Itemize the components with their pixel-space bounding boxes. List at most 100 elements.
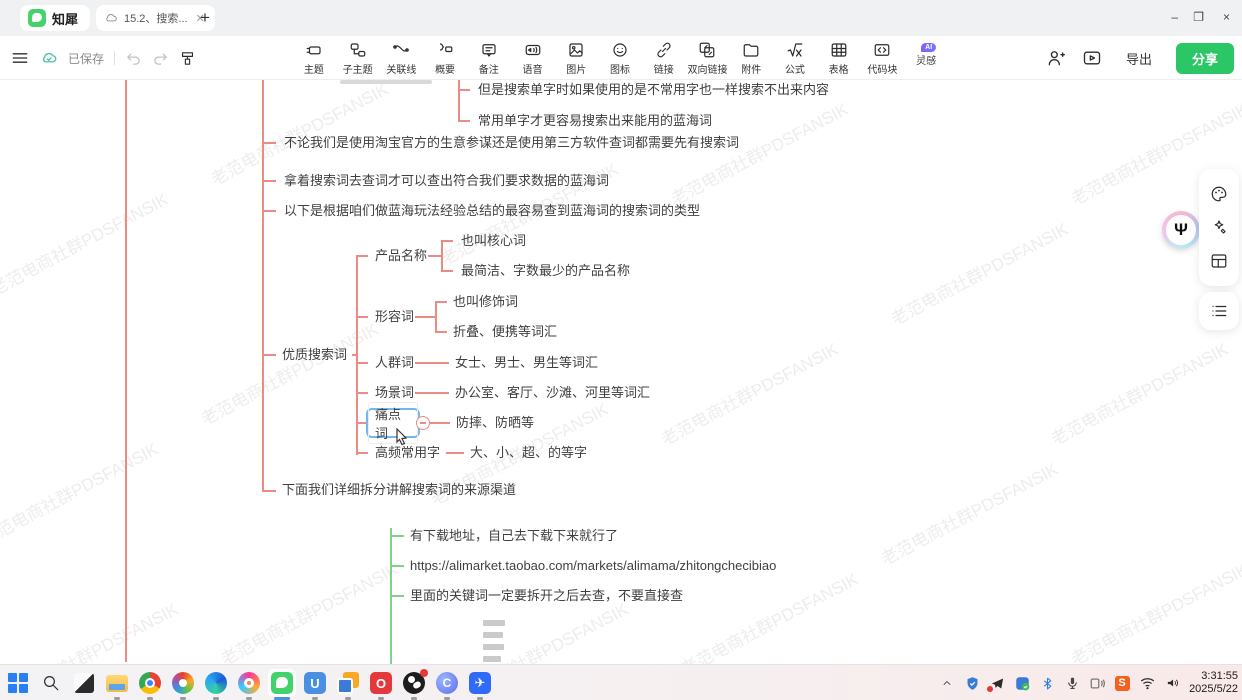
mouse-cursor — [395, 428, 411, 448]
ai-assistant-button[interactable]: Ψ — [1162, 211, 1200, 249]
map-node[interactable]: 办公室、客厅、沙滩、河里等词汇 — [455, 384, 650, 402]
tool-note[interactable]: 备注 — [467, 38, 511, 78]
notification-badge — [420, 669, 428, 677]
tray-app-check-icon[interactable] — [1014, 675, 1030, 691]
map-node[interactable]: 不论我们是使用淘宝官方的生意参谋还是使用第三方软件查词都需要先有搜索词 — [284, 134, 739, 152]
taskbar-app-colorful[interactable] — [237, 671, 261, 695]
taskbar-edge[interactable] — [204, 671, 228, 695]
taskbar-zhixi-active[interactable] — [270, 671, 294, 695]
map-node[interactable]: 有下载地址，自己去下载下来就行了 — [410, 527, 618, 545]
document-tab[interactable]: 15.2、搜索... ✕ — [96, 5, 215, 31]
map-node[interactable]: 也叫修饰词 — [453, 293, 518, 311]
window-restore-button[interactable]: ❐ — [1193, 10, 1204, 24]
redo-icon[interactable] — [152, 50, 169, 67]
layout-icon[interactable] — [1210, 252, 1228, 270]
map-node[interactable]: 下面我们详细拆分讲解搜索词的来源渠道 — [282, 481, 516, 499]
watermark: 老范电商社群PDSFANSIK — [1046, 335, 1232, 450]
windows-taskbar: U O C ✈ S 3:31:55 2025/5/22 — [0, 664, 1242, 700]
video-tutorial-icon[interactable] — [1082, 48, 1102, 68]
tool-icon[interactable]: 图标 — [598, 38, 642, 78]
tray-volume-icon[interactable] — [1164, 675, 1180, 691]
map-node[interactable]: 产品名称 — [375, 247, 427, 265]
image-icon — [567, 41, 585, 59]
watermark: 老范电商社群PDSFANSIK — [446, 595, 632, 664]
toolbar: 已保存 主题 子主题 关联线 概要 — [0, 36, 1242, 80]
map-node[interactable]: 女士、男士、男生等词汇 — [455, 354, 598, 372]
taskbar-search-icon[interactable] — [39, 671, 63, 695]
tray-microphone-icon[interactable] — [1064, 675, 1080, 691]
tool-table[interactable]: 表格 — [817, 38, 861, 78]
tool-voice[interactable]: 语音 — [511, 38, 555, 78]
export-button[interactable]: 导出 — [1118, 45, 1160, 72]
taskbar-app-u[interactable]: U — [303, 671, 327, 695]
taskbar-app-o[interactable]: O — [369, 671, 393, 695]
tool-summary[interactable]: 概要 — [423, 38, 467, 78]
window-close-button[interactable]: × — [1223, 10, 1230, 24]
tray-expand-chevron[interactable] — [939, 675, 955, 691]
taskbar-browser-360[interactable] — [171, 671, 195, 695]
taskbar-app-docs[interactable] — [336, 671, 360, 695]
tool-subtopic[interactable]: 子主题 — [336, 38, 380, 78]
map-node[interactable]: 常用单字才更容易搜索出来能用的蓝海词 — [478, 112, 712, 130]
undo-icon[interactable] — [125, 50, 142, 67]
taskbar-chrome[interactable] — [138, 671, 162, 695]
taskbar-app-rocket[interactable]: ✈ — [468, 671, 492, 695]
tray-audio-device-icon[interactable] — [1089, 675, 1105, 691]
palette-icon[interactable] — [1210, 185, 1228, 203]
map-node[interactable]: 大、小、超、的等字 — [470, 444, 587, 462]
map-node[interactable]: https://alimarket.taobao.com/markets/ali… — [410, 557, 776, 575]
format-painter-icon[interactable] — [179, 50, 196, 67]
taskbar-app-circle[interactable]: C — [435, 671, 459, 695]
map-node[interactable]: 人群词 — [375, 354, 414, 372]
ai-assistant-logo-icon: Ψ — [1166, 215, 1196, 245]
tool-topic[interactable]: 主题 — [292, 38, 336, 78]
tray-security-shield-icon[interactable] — [964, 675, 980, 691]
start-button[interactable] — [6, 671, 30, 695]
smiley-icon — [611, 41, 629, 59]
formula-icon — [786, 41, 804, 59]
tool-inspiration[interactable]: AI 灵感 — [904, 38, 948, 78]
map-node[interactable]: 防摔、防晒等 — [456, 414, 534, 432]
taskbar-app-snip[interactable] — [72, 671, 96, 695]
tool-code-block[interactable]: 代码块 — [861, 38, 905, 78]
outline-list-icon[interactable] — [1210, 302, 1228, 320]
tray-sogou-icon[interactable]: S — [1114, 675, 1130, 691]
tray-wifi-icon[interactable] — [1139, 675, 1155, 691]
taskbar-file-explorer[interactable] — [105, 671, 129, 695]
brand-tab[interactable]: 知犀 — [20, 5, 90, 31]
watermark: 老范电商社群PDSFANSIK — [0, 595, 182, 664]
window-minimize-button[interactable]: – — [1171, 10, 1178, 24]
watermark: 老范电商社群PDSFANSIK — [676, 565, 862, 664]
map-node[interactable]: 里面的关键词一定要拆开之后去查，不要直接查 — [410, 587, 683, 605]
tool-link[interactable]: 链接 — [642, 38, 686, 78]
map-node-quality[interactable]: 优质搜索词 — [282, 346, 347, 364]
menu-icon[interactable] — [10, 48, 30, 68]
tool-attachment[interactable]: 附件 — [729, 38, 773, 78]
map-node[interactable]: 折叠、便携等词汇 — [453, 323, 557, 341]
tool-bidirectional-link[interactable]: 双向链接 — [686, 38, 730, 78]
map-node[interactable]: 但是搜索单字时如果使用的是不常用字也一样搜索不出来内容 — [478, 81, 829, 99]
tool-formula[interactable]: 公式 — [773, 38, 817, 78]
tool-image[interactable]: 图片 — [554, 38, 598, 78]
tray-telegram-icon[interactable] — [989, 675, 1005, 691]
map-node[interactable]: 场景词 — [375, 384, 414, 402]
tool-relation-line[interactable]: 关联线 — [379, 38, 423, 78]
watermark: 老范电商社群PDSFANSIK — [656, 335, 842, 450]
collapse-toggle[interactable] — [416, 416, 430, 430]
taskbar-obs[interactable] — [402, 671, 426, 695]
map-node[interactable]: 拿着搜索词去查词才可以查出符合我们要求数据的蓝海词 — [284, 172, 609, 190]
map-node-selected[interactable]: 痛点词 — [366, 408, 420, 438]
collaborate-icon[interactable] — [1046, 48, 1066, 68]
mindmap-canvas[interactable]: 老范电商社群PDSFANSIK 老范电商社群PDSFANSIK 老范电商社群PD… — [0, 80, 1242, 664]
share-button[interactable]: 分享 — [1176, 43, 1234, 74]
tray-bluetooth-icon[interactable] — [1039, 675, 1055, 691]
cloud-sync-icon — [40, 49, 58, 67]
system-clock[interactable]: 3:31:55 2025/5/22 — [1189, 670, 1238, 696]
magic-wand-icon[interactable] — [1210, 218, 1228, 236]
map-node[interactable]: 以下是根据咱们做蓝海玩法经验总结的最容易查到蓝海词的搜索词的类型 — [284, 202, 700, 220]
new-tab-button[interactable]: + — [200, 8, 210, 28]
map-node[interactable]: 最简洁、字数最少的产品名称 — [461, 262, 630, 280]
map-node[interactable]: 形容词 — [375, 308, 414, 326]
summary-icon — [436, 41, 454, 59]
map-node[interactable]: 也叫核心词 — [461, 232, 526, 250]
